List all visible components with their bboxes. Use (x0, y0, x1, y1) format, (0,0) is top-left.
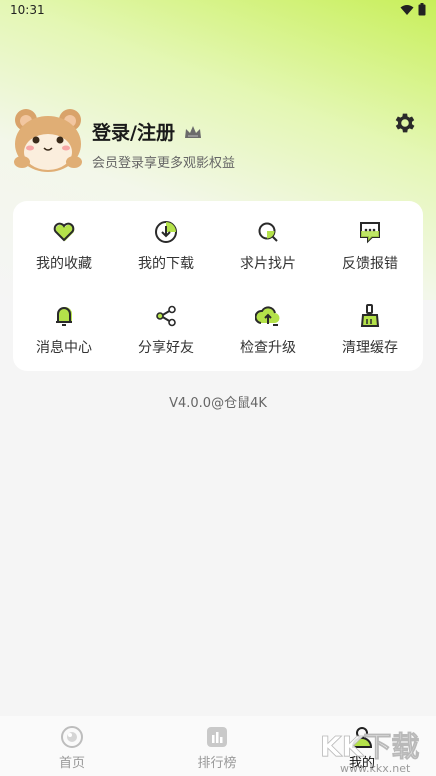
menu-label: 消息中心 (36, 340, 92, 356)
menu-item-clear-cache[interactable]: 清理缓存 (319, 303, 421, 373)
home-icon (61, 726, 83, 748)
status-bar: 10:31 (0, 0, 436, 22)
menu-item-favorites[interactable]: 我的收藏 (13, 219, 115, 289)
search-film-icon (258, 222, 278, 242)
feedback-icon (360, 222, 380, 244)
svg-text:KK下载: KK下载 (320, 730, 419, 763)
share-icon (156, 305, 176, 327)
menu-grid: 我的收藏 我的下载 求片找片 反馈报错 消息中心 分享好友 检查升级 清理缓存 (13, 201, 423, 371)
menu-label: 检查升级 (240, 340, 296, 356)
menu-label: 求片找片 (240, 256, 296, 272)
tab-label: 首页 (58, 756, 85, 771)
status-icons (400, 3, 426, 16)
profile-header[interactable]: 登录/注册 会员登录享更多观影权益 (12, 106, 424, 178)
settings-gear-icon[interactable] (392, 110, 418, 136)
menu-item-request-film[interactable]: 求片找片 (217, 219, 319, 289)
status-time: 10:31 (10, 3, 45, 17)
wifi-icon (400, 4, 414, 15)
menu-label: 反馈报错 (342, 256, 398, 272)
svg-text:www.kkx.net: www.kkx.net (340, 762, 411, 775)
menu-label: 清理缓存 (342, 340, 398, 356)
login-title-text[interactable]: 登录/注册 (92, 118, 175, 145)
ranking-icon (207, 727, 227, 747)
heart-icon (53, 222, 75, 242)
login-subtitle: 会员登录享更多观影权益 (92, 156, 236, 171)
menu-item-feedback[interactable]: 反馈报错 (319, 219, 421, 289)
menu-item-upgrade[interactable]: 检查升级 (217, 303, 319, 373)
bell-icon (56, 307, 72, 326)
tab-label: 排行榜 (197, 756, 237, 771)
watermark-logo: KK下载 www.kkx.net (320, 730, 420, 775)
clean-icon (360, 304, 380, 327)
menu-item-messages[interactable]: 消息中心 (13, 303, 115, 373)
tab-ranking[interactable]: 排行榜 (177, 724, 257, 771)
menu-item-downloads[interactable]: 我的下载 (115, 219, 217, 289)
crown-icon (184, 125, 201, 138)
menu-label: 我的收藏 (36, 256, 92, 272)
upgrade-icon (255, 306, 280, 326)
menu-card: 我的收藏 我的下载 求片找片 反馈报错 消息中心 分享好友 检查升级 清理缓存 (13, 201, 423, 371)
download-icon (155, 221, 177, 243)
menu-label: 分享好友 (138, 340, 194, 356)
avatar[interactable] (12, 106, 84, 174)
menu-item-share[interactable]: 分享好友 (115, 303, 217, 373)
version-text: V4.0.0@仓鼠4K (169, 396, 267, 411)
menu-label: 我的下载 (138, 256, 194, 272)
tab-home[interactable]: 首页 (32, 724, 112, 771)
battery-icon (418, 3, 426, 16)
login-register-link[interactable]: 登录/注册 (92, 118, 203, 145)
